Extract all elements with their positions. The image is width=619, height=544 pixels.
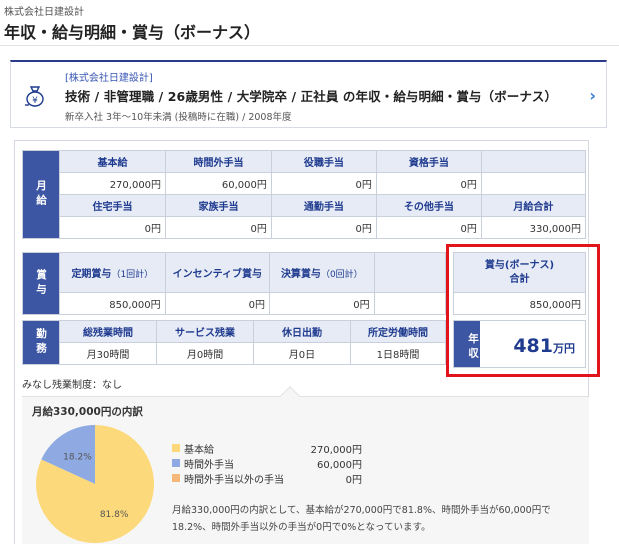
legend-amount: 60,000円 xyxy=(317,460,362,471)
header-family-allowance: 家族手当 xyxy=(165,194,272,217)
legend-amount: 270,000円 xyxy=(310,445,362,456)
header-other-allowance: その他手当 xyxy=(375,194,482,217)
value-qualification-allowance: 0円 xyxy=(375,172,482,195)
card-subtitle: 新卒入社 3年〜10年未満 (投稿時に在職) / 2008年度 xyxy=(65,112,292,123)
highlight-box xyxy=(446,244,600,377)
bonus-table: 賞与 定期賞与（1回計） インセンティブ賞与 決算賞与（0回計） 850,000… xyxy=(22,252,447,315)
value-monthly-total: 330,000円 xyxy=(480,216,587,239)
money-bag-icon: ¥ xyxy=(25,86,44,107)
deemed-overtime-label: みなし残業制度：なし xyxy=(22,380,122,391)
value-basic-salary: 270,000円 xyxy=(58,172,167,195)
value-bonus-empty xyxy=(373,292,447,315)
header-overtime: 時間外手当 xyxy=(165,150,272,173)
header-company: 株式会社日建設計 xyxy=(4,7,84,18)
value-position-allowance: 0円 xyxy=(270,172,377,195)
header-settlement-bonus: 決算賞与（0回計） xyxy=(268,252,375,293)
value-family-allowance: 0円 xyxy=(165,216,272,239)
value-standard-hours: 1日8時間 xyxy=(349,342,447,365)
legend-label: 時間外手当 xyxy=(184,460,234,471)
header-holiday-work: 休日出勤 xyxy=(253,320,351,343)
header-housing-allowance: 住宅手当 xyxy=(58,194,167,217)
header-qualification-allowance: 資格手当 xyxy=(375,150,482,173)
value-other-allowance: 0円 xyxy=(375,216,482,239)
legend-item: 時間外手当以外の手当 0円 xyxy=(172,471,362,486)
legend-swatch xyxy=(172,444,180,452)
legend-item: 基本給 270,000円 xyxy=(172,441,362,456)
header-basic-salary: 基本給 xyxy=(58,150,167,173)
bonus-side-label: 賞与 xyxy=(22,252,60,315)
value-holiday-work: 月0日 xyxy=(253,342,351,365)
legend-label: 基本給 xyxy=(184,445,214,456)
pie-label-1: 18.2% xyxy=(63,453,92,463)
svg-text:¥: ¥ xyxy=(32,96,38,106)
header-monthly-total: 月給合計 xyxy=(480,194,587,217)
card-company-link[interactable]: [株式会社日建設計] xyxy=(65,69,153,84)
page-title: 年収・給与明細・賞与（ボーナス） xyxy=(4,23,261,42)
pie-label-0: 81.8% xyxy=(100,510,129,520)
value-commute-allowance: 0円 xyxy=(270,216,377,239)
value-service-overtime: 月0時間 xyxy=(156,342,254,365)
value-settlement-bonus: 0円 xyxy=(268,292,375,315)
salary-post-card[interactable]: ¥ [株式会社日建設計] 技術 / 非管理職 / 26歳男性 / 大学院卒 / … xyxy=(10,60,607,128)
breakdown-note: 月給330,000円の内訳として、基本給が270,000円で81.8%、時間外手… xyxy=(172,505,551,533)
work-side-label: 勤務 xyxy=(22,320,60,365)
header-total-overtime: 総残業時間 xyxy=(58,320,158,343)
card-main-title[interactable]: 技術 / 非管理職 / 26歳男性 / 大学院卒 / 正社員 の年収・給与明細・… xyxy=(65,86,557,105)
work-hours-table: 勤務 総残業時間 サービス残業 休日出勤 所定労働時間 月30時間 月0時間 月… xyxy=(22,320,447,365)
value-total-overtime: 月30時間 xyxy=(58,342,158,365)
monthly-side-label: 月給 xyxy=(22,150,60,239)
legend-label: 時間外手当以外の手当 xyxy=(184,475,284,486)
legend-item: 時間外手当 60,000円 xyxy=(172,456,362,471)
breakdown-title: 月給330,000円の内訳 xyxy=(32,406,143,418)
title-divider xyxy=(0,45,619,46)
legend-amount: 0円 xyxy=(345,475,362,486)
header-regular-bonus: 定期賞与（1回計） xyxy=(59,252,166,293)
header-standard-hours: 所定労働時間 xyxy=(349,320,447,343)
header-position-allowance: 役職手当 xyxy=(270,150,377,173)
salary-breakdown-section: 月給330,000円の内訳 18.2% 81.8% 基本給 270,000円 時間外手… xyxy=(22,396,589,544)
breakdown-legend: 基本給 270,000円時間外手当 60,000円時間外手当以外の手当 0円 xyxy=(172,441,362,486)
value-regular-bonus: 850,000円 xyxy=(59,292,166,315)
monthly-salary-table: 月給 基本給 時間外手当 役職手当 資格手当 270,000円 60,000円 … xyxy=(22,150,587,239)
header-service-overtime: サービス残業 xyxy=(156,320,254,343)
legend-swatch xyxy=(172,474,180,482)
header-commute-allowance: 通勤手当 xyxy=(270,194,377,217)
breakdown-pie-chart: 18.2% 81.8% xyxy=(35,425,154,543)
header-incentive-bonus: インセンティブ賞与 xyxy=(164,252,270,293)
chevron-right-icon[interactable]: › xyxy=(589,86,596,105)
header-bonus-empty xyxy=(373,252,447,293)
value-overtime: 60,000円 xyxy=(165,172,272,195)
legend-swatch xyxy=(172,459,180,467)
header-empty xyxy=(480,150,587,173)
value-incentive-bonus: 0円 xyxy=(164,292,270,315)
value-housing-allowance: 0円 xyxy=(58,216,167,239)
value-empty xyxy=(480,172,587,195)
